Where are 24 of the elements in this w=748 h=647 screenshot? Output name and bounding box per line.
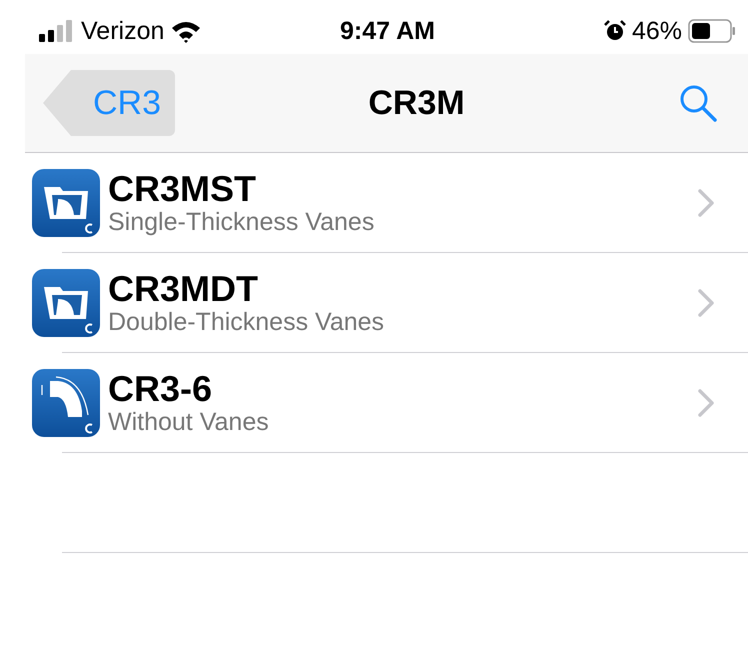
alarm-icon	[604, 20, 626, 42]
battery-percent: 46%	[632, 16, 682, 46]
list-item[interactable]: CR3-6 Without Vanes	[25, 353, 748, 452]
wifi-icon	[170, 19, 202, 43]
chevron-icon	[698, 388, 714, 416]
list-item[interactable]: CR3MDT Double-Thickness Vanes	[25, 253, 748, 352]
carrier-name: Verizon	[81, 16, 164, 46]
item-subtitle: Single-Thickness Vanes	[108, 208, 376, 236]
battery-icon	[688, 19, 736, 43]
chevron-icon	[698, 188, 714, 216]
screen-title: CR3M	[367, 84, 466, 122]
app-icon	[32, 268, 100, 336]
app-icon	[32, 168, 100, 236]
app-icon	[32, 368, 100, 436]
item-title: CR3-6	[108, 370, 214, 408]
chevron-icon	[698, 288, 714, 316]
clock-time: 9:47 AM	[340, 16, 435, 46]
item-subtitle: Without Vanes	[108, 408, 270, 436]
item-title: CR3MST	[108, 170, 258, 208]
item-subtitle: Double-Thickness Vanes	[108, 308, 386, 336]
item-title: CR3MDT	[108, 270, 259, 308]
list-item[interactable]: CR3MST Single-Thickness Vanes	[25, 153, 748, 252]
signal-icon	[39, 20, 75, 42]
search-icon[interactable]	[678, 83, 718, 123]
